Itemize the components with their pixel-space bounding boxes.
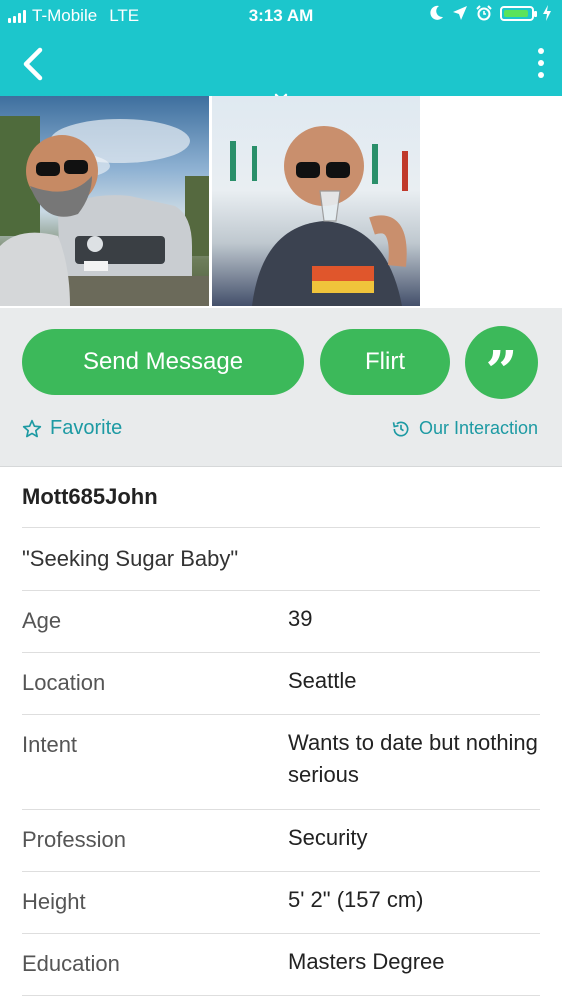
quote-icon: ”	[485, 338, 518, 405]
detail-row-education: Education Masters Degree	[22, 934, 540, 996]
alarm-icon	[476, 5, 492, 21]
photo-illustration	[230, 126, 408, 306]
charging-bolt-icon	[543, 5, 551, 21]
battery-icon	[500, 5, 537, 21]
detail-row-age: Age 39	[22, 591, 540, 653]
quote-button[interactable]: ”	[465, 326, 538, 405]
profile-photo[interactable]	[0, 96, 209, 306]
detail-label: Age	[22, 608, 62, 633]
photo-illustration	[0, 116, 209, 306]
history-icon	[392, 421, 409, 437]
profile-headline: "Seeking Sugar Baby"	[22, 546, 239, 571]
profile-details: Mott685John "Seeking Sugar Baby" Age 39 …	[0, 466, 562, 996]
action-panel: Send Message Flirt ” Favorite Our Intera…	[0, 308, 562, 467]
detail-row-intent: Intent Wants to date but nothing serious	[22, 715, 540, 810]
detail-label: Location	[22, 670, 106, 695]
back-button[interactable]	[18, 46, 50, 82]
chevron-left-icon	[23, 47, 43, 81]
detail-label: Height	[22, 889, 86, 914]
detail-value: 39	[288, 606, 313, 631]
detail-value: Seattle	[288, 668, 357, 693]
our-interaction-label: Our Interaction	[418, 418, 538, 438]
detail-row-location: Location Seattle	[22, 653, 540, 715]
headline-row: "Seeking Sugar Baby"	[22, 528, 540, 591]
our-interaction-link[interactable]: Our Interaction	[391, 418, 538, 439]
favorite-button[interactable]: Favorite	[22, 417, 122, 440]
photo-gallery	[0, 96, 562, 308]
status-right	[430, 5, 552, 21]
detail-value: Masters Degree	[288, 949, 445, 974]
detail-label: Intent	[22, 732, 78, 757]
detail-label: Education	[22, 951, 120, 976]
detail-value: 5' 2" (157 cm)	[288, 887, 424, 912]
profile-photo[interactable]	[212, 96, 420, 306]
detail-value: Wants to date but nothing serious	[288, 730, 538, 787]
vertical-dots-icon	[538, 48, 544, 78]
more-options-button[interactable]	[536, 46, 546, 82]
send-message-button[interactable]: Send Message	[22, 329, 304, 395]
detail-value: Security	[288, 825, 368, 850]
username-row: Mott685John	[22, 466, 540, 528]
moon-icon	[430, 5, 443, 20]
detail-label: Profession	[22, 827, 126, 852]
favorite-label: Favorite	[50, 417, 123, 439]
nav-bar	[0, 32, 562, 116]
status-bar: T-Mobile LTE 3:13 AM	[0, 0, 562, 32]
detail-row-profession: Profession Security	[22, 810, 540, 872]
location-arrow-icon	[453, 6, 467, 20]
username: Mott685John	[22, 484, 158, 509]
star-icon	[22, 419, 42, 437]
detail-row-height: Height 5' 2" (157 cm)	[22, 872, 540, 934]
flirt-button[interactable]: Flirt	[320, 329, 450, 395]
